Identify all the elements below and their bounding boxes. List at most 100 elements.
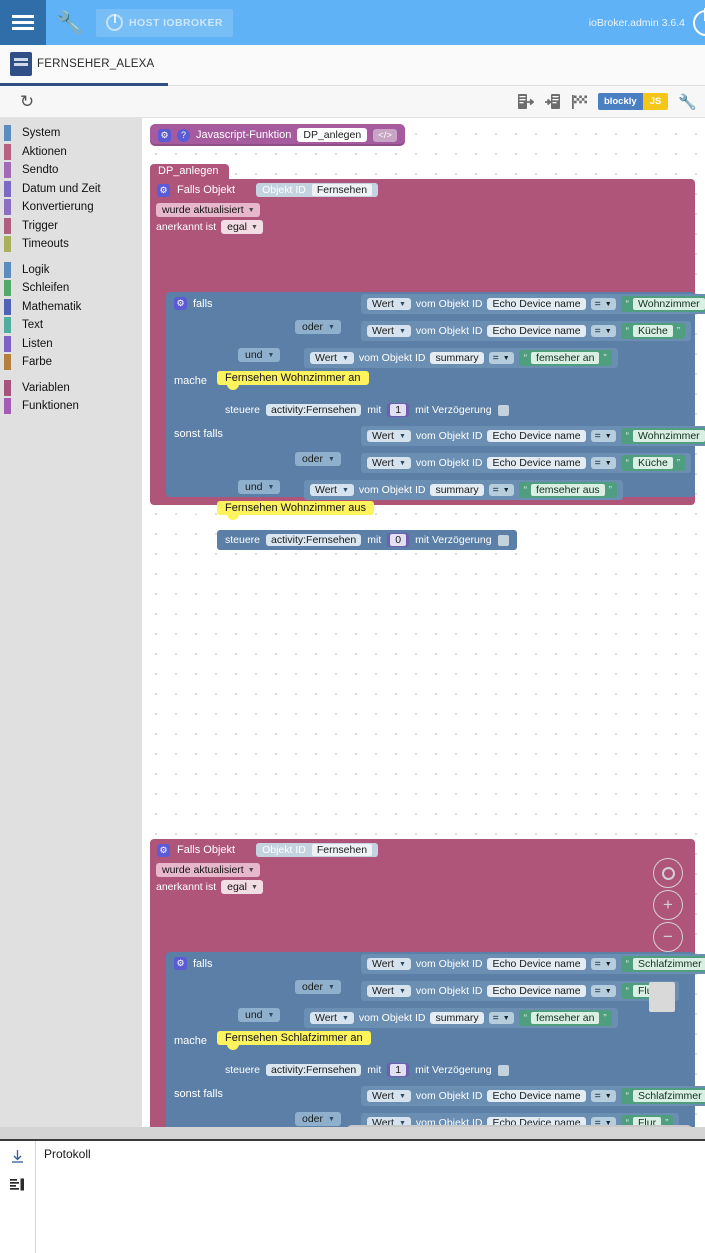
hamburger-icon[interactable] bbox=[0, 0, 46, 45]
and-operator-dropdown[interactable]: und ▼ bbox=[238, 480, 281, 494]
zoom-in-button[interactable]: + bbox=[653, 890, 683, 920]
export-blocks-icon[interactable] bbox=[517, 93, 534, 110]
gear-icon[interactable]: ⚙ bbox=[157, 843, 170, 857]
toolbox-item-sendto[interactable]: Sendto bbox=[0, 161, 142, 180]
tab-fernseher-alexa[interactable]: FERNSEHER_ALEXA bbox=[0, 45, 169, 86]
string-value[interactable]: femseher aus bbox=[531, 484, 605, 496]
string-block[interactable]: “femseher aus” bbox=[518, 482, 618, 498]
string-block[interactable]: “Küche” bbox=[620, 455, 686, 471]
object-id-value[interactable]: Echo Device name bbox=[487, 298, 586, 310]
value-dropdown[interactable]: Wert ▼ bbox=[367, 958, 411, 970]
string-block[interactable]: “femseher an” bbox=[518, 1010, 612, 1026]
object-id-value[interactable]: Echo Device name bbox=[487, 457, 586, 469]
string-value[interactable]: femseher an bbox=[531, 1012, 600, 1024]
gear-icon[interactable]: ⚙ bbox=[158, 128, 171, 142]
ack-dropdown[interactable]: egal ▼ bbox=[221, 880, 263, 894]
comment-block[interactable]: Fernsehen Wohnzimmer aus bbox=[217, 501, 375, 520]
operator-dropdown[interactable]: = ▼ bbox=[590, 958, 616, 970]
compare-block[interactable]: Wert ▼ vom Objekt ID Echo Device name = ▼ … bbox=[361, 1086, 705, 1106]
string-block[interactable]: “Schlafzimmer bbox=[620, 1088, 705, 1104]
ack-dropdown[interactable]: egal ▼ bbox=[221, 220, 263, 234]
control-action-block[interactable]: steuere activity:Fernsehen mit 1 mit Ver… bbox=[217, 400, 517, 420]
and-operator-dropdown[interactable]: und ▼ bbox=[238, 348, 281, 362]
toolbox-item-trigger[interactable]: Trigger bbox=[0, 217, 142, 236]
operator-dropdown[interactable]: = ▼ bbox=[590, 298, 616, 310]
delay-toggle[interactable] bbox=[497, 404, 509, 416]
toolbox-item-system[interactable]: System bbox=[0, 124, 142, 143]
checkered-flag-icon[interactable] bbox=[571, 93, 588, 110]
object-id-value[interactable]: Fernsehen bbox=[311, 184, 373, 196]
toolbox-item-listen[interactable]: Listen bbox=[0, 335, 142, 354]
object-id-value[interactable]: summary bbox=[430, 484, 484, 496]
download-icon[interactable] bbox=[10, 1149, 25, 1167]
operator-dropdown[interactable]: = ▼ bbox=[590, 457, 616, 469]
value-dropdown[interactable]: Wert ▼ bbox=[367, 430, 411, 442]
javascript-function-block[interactable]: ⚙ ? Javascript-Funktion DP_anlegen </> bbox=[150, 124, 405, 146]
trigger-block-1[interactable]: ⚙ Falls Objekt Objekt ID Fernsehen wurde… bbox=[150, 179, 705, 550]
operator-dropdown[interactable]: = ▼ bbox=[488, 1012, 514, 1024]
string-block[interactable]: “Schlafzimmer bbox=[620, 956, 705, 972]
object-id-value[interactable]: Echo Device name bbox=[487, 325, 586, 337]
string-block[interactable]: “Wohnzimmer bbox=[620, 296, 705, 312]
import-blocks-icon[interactable] bbox=[544, 93, 561, 110]
toolbox-item-variablen[interactable]: Variablen bbox=[0, 379, 142, 398]
wrench-icon[interactable]: 🔧 bbox=[678, 93, 697, 111]
toolbox-item-schleifen[interactable]: Schleifen bbox=[0, 279, 142, 298]
toolbox-item-farbe[interactable]: Farbe bbox=[0, 353, 142, 372]
object-id-value[interactable]: summary bbox=[430, 352, 484, 364]
and-operator-dropdown[interactable]: und ▼ bbox=[238, 1008, 281, 1022]
compare-block[interactable]: Wert ▼ vom Objekt ID Echo Device name = ▼ … bbox=[361, 954, 705, 974]
string-value[interactable]: Küche bbox=[633, 325, 673, 337]
compare-block[interactable]: Wert ▼ vom Objekt ID Echo Device name = ▼ … bbox=[361, 294, 705, 314]
object-id-value[interactable]: Echo Device name bbox=[487, 958, 586, 970]
value-dropdown[interactable]: Wert ▼ bbox=[367, 457, 411, 469]
string-value[interactable]: Schlafzimmer bbox=[633, 958, 705, 970]
control-action-block[interactable]: steuere activity:Fernsehen mit 1 mit Ver… bbox=[217, 1060, 517, 1080]
action-object-id[interactable]: activity:Fernsehen bbox=[266, 404, 362, 416]
operator-dropdown[interactable]: = ▼ bbox=[590, 325, 616, 337]
action-object-id[interactable]: activity:Fernsehen bbox=[266, 534, 362, 546]
compare-block[interactable]: Wert ▼ vom Objekt ID Echo Device name = ▼ … bbox=[361, 426, 705, 446]
operator-dropdown[interactable]: = ▼ bbox=[590, 1090, 616, 1102]
string-value[interactable]: Schlafzimmer bbox=[633, 1090, 705, 1102]
object-id-value[interactable]: Echo Device name bbox=[487, 1090, 586, 1102]
gear-icon[interactable]: ⚙ bbox=[174, 297, 187, 310]
value-dropdown[interactable]: Wert ▼ bbox=[310, 484, 354, 496]
number-block[interactable]: 1 bbox=[387, 1063, 410, 1077]
toolbox-item-funktionen[interactable]: Funktionen bbox=[0, 397, 142, 416]
delay-toggle[interactable] bbox=[497, 534, 509, 546]
comment-block[interactable]: Fernsehen Schlafzimmer an bbox=[217, 1031, 371, 1050]
zoom-out-button[interactable]: − bbox=[653, 922, 683, 952]
string-value[interactable]: Wohnzimmer bbox=[633, 430, 705, 442]
zoom-center-icon[interactable] bbox=[653, 858, 683, 888]
delay-toggle[interactable] bbox=[497, 1064, 509, 1076]
string-value[interactable]: femseher an bbox=[531, 352, 600, 364]
or-operator-dropdown[interactable]: oder ▼ bbox=[295, 1112, 341, 1126]
toolbox-item-timeouts[interactable]: Timeouts bbox=[0, 235, 142, 254]
value-dropdown[interactable]: Wert ▼ bbox=[367, 298, 411, 310]
toolbox-item-aktionen[interactable]: Aktionen bbox=[0, 143, 142, 162]
object-id-value[interactable]: summary bbox=[430, 1012, 484, 1024]
power-icon[interactable] bbox=[693, 7, 705, 36]
control-action-block[interactable]: steuere activity:Fernsehen mit 0 mit Ver… bbox=[217, 530, 517, 550]
operator-dropdown[interactable]: = ▼ bbox=[488, 484, 514, 496]
number-block[interactable]: 1 bbox=[387, 403, 410, 417]
value-dropdown[interactable]: Wert ▼ bbox=[367, 325, 411, 337]
compare-block[interactable]: Wert ▼ vom Objekt ID Echo Device name = ▼ … bbox=[361, 981, 680, 1001]
or-operator-dropdown[interactable]: oder ▼ bbox=[295, 452, 341, 466]
blockly-workspace[interactable]: ⚙ ? Javascript-Funktion DP_anlegen </> D… bbox=[142, 118, 705, 1139]
reload-icon[interactable]: ↻ bbox=[0, 92, 54, 112]
object-id-field[interactable]: Objekt ID Fernsehen bbox=[256, 183, 379, 197]
code-tag[interactable]: </> bbox=[373, 128, 397, 142]
gear-icon[interactable]: ⚙ bbox=[157, 183, 170, 197]
operator-dropdown[interactable]: = ▼ bbox=[590, 430, 616, 442]
number-value[interactable]: 0 bbox=[390, 534, 407, 546]
string-block[interactable]: “Küche” bbox=[620, 323, 686, 339]
operator-dropdown[interactable]: = ▼ bbox=[488, 352, 514, 364]
action-object-id[interactable]: activity:Fernsehen bbox=[266, 1064, 362, 1076]
or-operator-dropdown[interactable]: oder ▼ bbox=[295, 980, 341, 994]
compare-block[interactable]: Wert ▼ vom Objekt ID summary = ▼ “femseher… bbox=[304, 348, 618, 368]
host-iobroker-button[interactable]: HOST IOBROKER bbox=[96, 8, 233, 37]
object-id-field[interactable]: Objekt ID Fernsehen bbox=[256, 843, 379, 857]
number-value[interactable]: 1 bbox=[390, 1064, 407, 1076]
